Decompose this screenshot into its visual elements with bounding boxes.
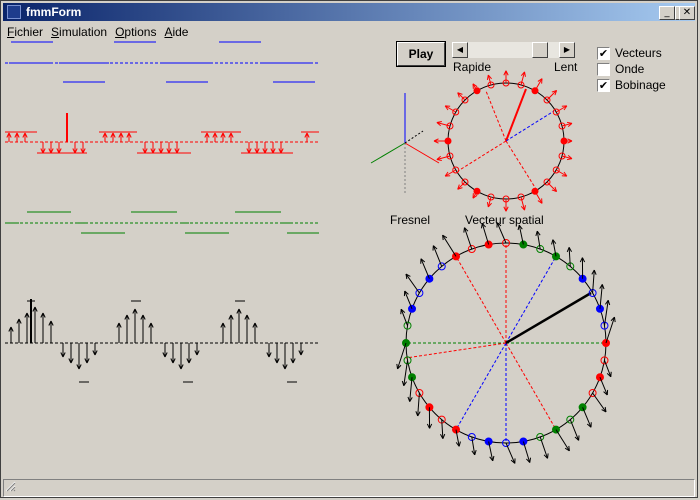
small-slot xyxy=(444,137,452,145)
small-slot xyxy=(531,87,539,95)
small-arrow-head xyxy=(566,121,573,124)
winding-arrow xyxy=(505,442,516,464)
speed-slow-label: Lent xyxy=(554,60,578,74)
speed-fast-label: Rapide xyxy=(453,60,492,74)
winding-arrow xyxy=(582,407,592,428)
fresnel-green-axis xyxy=(370,142,406,164)
speed-slider[interactable]: ◀ ▶ xyxy=(452,42,575,58)
winding-circle-diagram xyxy=(396,222,616,464)
winding-arrow xyxy=(397,342,407,370)
winding-arrow-head xyxy=(463,227,465,233)
small-arrow-head xyxy=(486,74,489,81)
winding-axis xyxy=(505,342,557,430)
winding-arrow-head xyxy=(547,453,549,459)
checkbox-vecteurs[interactable]: ✔ Vecteurs xyxy=(597,45,697,61)
checkbox-onde[interactable]: Onde xyxy=(597,61,697,77)
small-slot xyxy=(560,137,568,145)
winding-arrow xyxy=(432,245,443,267)
winding-axis xyxy=(505,256,557,344)
fresnel-red-axis xyxy=(404,142,440,164)
winding-arrow xyxy=(592,392,607,413)
small-axis xyxy=(505,110,555,142)
small-axis xyxy=(505,140,537,190)
winding-arrow-head xyxy=(396,363,399,369)
scroll-right-icon[interactable]: ▶ xyxy=(559,42,575,58)
winding-arrow-head xyxy=(401,380,405,386)
small-arrow-head xyxy=(436,121,442,123)
small-arrow-head xyxy=(566,158,573,161)
winding-axis xyxy=(405,342,507,359)
winding-arrow-head xyxy=(458,441,461,447)
winding-arrow-head xyxy=(535,230,538,237)
winding-arrow xyxy=(569,419,580,441)
winding-arrow xyxy=(442,234,457,257)
checkbox-onde-box[interactable] xyxy=(597,62,610,76)
checkbox-bobinage[interactable]: ✔ Bobinage xyxy=(597,77,697,93)
winding-arrow-head xyxy=(613,317,616,323)
winding-axis xyxy=(455,256,507,344)
small-axis xyxy=(457,140,507,172)
fresnel-label: Fresnel xyxy=(390,213,431,227)
winding-arrow xyxy=(555,429,570,452)
small-arrow-head xyxy=(436,159,442,161)
winding-arrow-head xyxy=(492,455,495,461)
winding-arrow-head xyxy=(442,235,444,241)
checkbox-bobinage-box[interactable]: ✔ xyxy=(597,78,610,92)
small-arrow-head xyxy=(524,71,526,77)
status-bar xyxy=(3,479,695,497)
small-axis xyxy=(485,90,507,142)
small-arrow-head xyxy=(524,205,526,211)
speed-slider-thumb[interactable] xyxy=(532,42,548,58)
vecteur-spatial-label: Vecteur spatial xyxy=(465,213,544,227)
small-slot xyxy=(531,187,539,195)
winding-arrow-head xyxy=(551,239,554,245)
winding-arrow-head xyxy=(529,457,532,463)
size-grip-icon[interactable] xyxy=(4,480,16,492)
small-slot xyxy=(473,87,481,95)
winding-arrow-head xyxy=(607,300,611,306)
small-arrow-head xyxy=(486,201,489,208)
fresnel-diagram xyxy=(370,93,440,193)
winding-arrow xyxy=(605,316,615,344)
winding-arrow xyxy=(405,273,420,294)
small-slot xyxy=(473,187,481,195)
checkbox-vecteurs-label: Vecteurs xyxy=(615,46,662,60)
winding-resultant-vector xyxy=(505,291,592,345)
small-circle-diagram xyxy=(433,70,573,212)
winding-arrow xyxy=(420,258,430,279)
checkbox-vecteurs-box[interactable]: ✔ xyxy=(597,46,610,60)
winding-axis xyxy=(455,342,507,430)
winding-arrow-head xyxy=(568,445,570,451)
play-button[interactable]: Play xyxy=(396,41,446,67)
waveform-panel xyxy=(5,41,319,383)
checkbox-onde-label: Onde xyxy=(615,62,645,76)
checkbox-bobinage-label: Bobinage xyxy=(615,78,666,92)
fresnel-dash xyxy=(404,130,424,144)
simulation-canvas xyxy=(5,41,616,464)
small-resultant-vector xyxy=(505,88,527,142)
winding-arrow-head xyxy=(474,449,477,456)
scroll-left-icon[interactable]: ◀ xyxy=(452,42,468,58)
main-window: fmmForm _ □ ✕ Fichier Simulation Options… xyxy=(0,0,698,498)
